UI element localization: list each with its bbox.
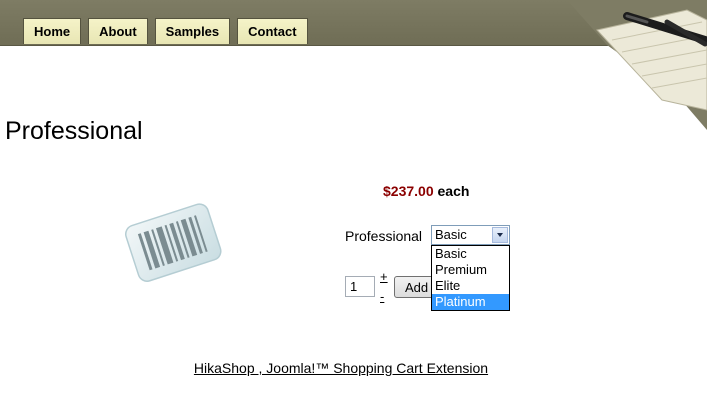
page-title: Professional — [5, 117, 143, 145]
notepad-pen-icon — [567, 0, 707, 130]
price-suffix: each — [437, 183, 470, 199]
variant-select-value: Basic — [435, 227, 467, 242]
nav-tab-about[interactable]: About — [88, 18, 148, 44]
quantity-decrease-button[interactable]: - — [380, 290, 384, 304]
option-premium[interactable]: Premium — [432, 262, 509, 278]
nav-tab-samples[interactable]: Samples — [154, 18, 231, 44]
footer-link[interactable]: HikaShop , Joomla!™ Shopping Cart Extens… — [0, 360, 682, 376]
quantity-increase-button[interactable]: + — [380, 270, 388, 284]
quantity-input[interactable] — [345, 276, 375, 297]
variant-select[interactable]: Basic — [431, 225, 510, 245]
nav-tab-contact[interactable]: Contact — [237, 18, 308, 44]
price-line: $237.00 each — [383, 183, 469, 199]
option-basic[interactable]: Basic — [432, 246, 509, 262]
variant-label: Professional — [345, 228, 423, 244]
barcode-icon — [124, 203, 222, 282]
chevron-down-icon[interactable] — [492, 227, 508, 243]
nav-tab-home[interactable]: Home — [23, 18, 82, 44]
option-elite[interactable]: Elite — [432, 278, 509, 294]
option-platinum[interactable]: Platinum — [432, 294, 509, 310]
main-nav: Home About Samples Contact — [23, 18, 308, 44]
variant-dropdown-list: Basic Premium Elite Platinum — [431, 245, 510, 311]
price-value: $237.00 — [383, 183, 434, 199]
